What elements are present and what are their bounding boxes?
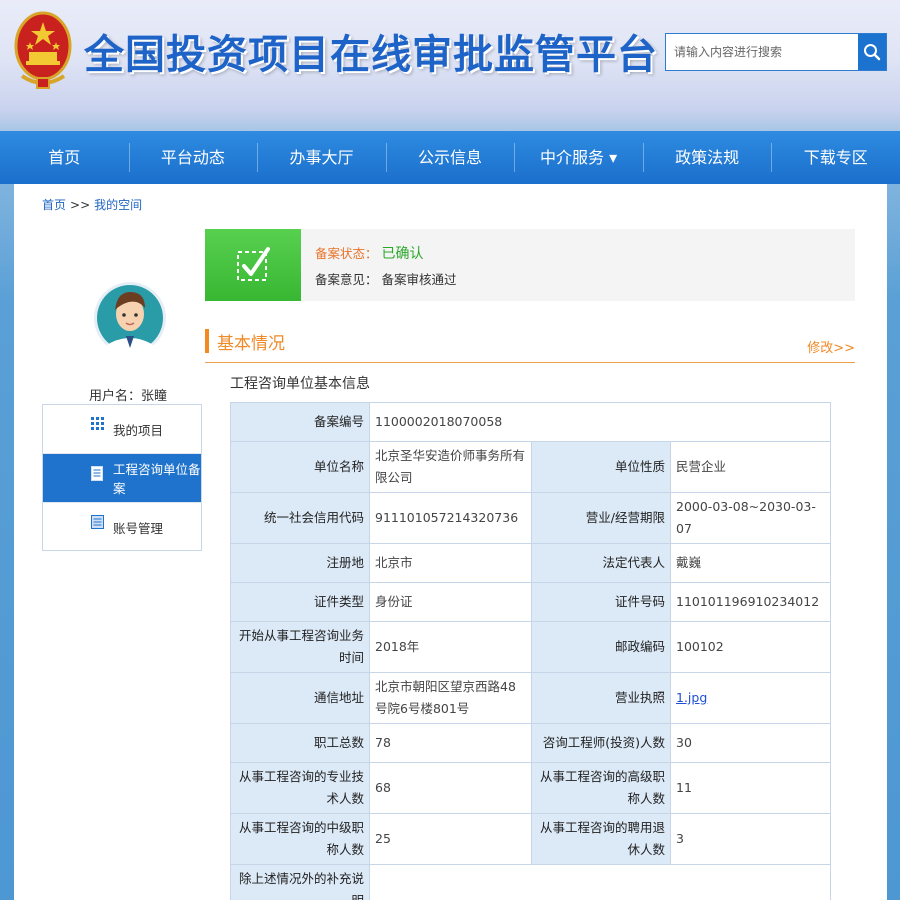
- legal-rep-value: 戴巍: [669, 543, 832, 583]
- side-item-my-projects[interactable]: 我的项目: [43, 405, 201, 454]
- senior-title-label: 从事工程咨询的高级职称人数: [531, 762, 671, 814]
- license-file-link[interactable]: 1.jpg: [676, 690, 707, 705]
- side-menu: 我的项目 工程咨询单位备案 账号管理: [42, 404, 202, 551]
- nav-downloads[interactable]: 下载专区: [771, 131, 900, 184]
- search-icon: [864, 44, 881, 61]
- table-row: 备案编号 1100002018070058: [230, 402, 832, 442]
- credit-code-label: 统一社会信用代码: [230, 492, 370, 544]
- username: 用户名：张瞳: [88, 389, 167, 404]
- table-row: 开始从事工程咨询业务时间 2018年 邮政编码 100102: [230, 621, 832, 673]
- start-year-label: 开始从事工程咨询业务时间: [230, 621, 370, 673]
- edit-link[interactable]: 修改>>: [807, 337, 855, 356]
- start-year-value: 2018年: [369, 621, 532, 673]
- national-emblem-icon: [14, 11, 72, 89]
- address-value: 北京市朝阳区望京西路48号院6号楼801号: [369, 672, 532, 724]
- filing-opinion: 备案意见： 备案审核通过: [315, 269, 457, 288]
- filing-opinion-label: 备案意见：: [315, 272, 378, 287]
- nav-home[interactable]: 首页: [0, 131, 129, 184]
- table-title: 工程咨询单位基本信息: [230, 376, 370, 392]
- reg-place-label: 注册地: [230, 543, 370, 583]
- table-row: 从事工程咨询的中级职称人数 25 从事工程咨询的聘用退休人数 3: [230, 813, 832, 865]
- legal-rep-label: 法定代表人: [531, 543, 671, 583]
- section-accent-bar: [205, 329, 209, 353]
- business-period-value: 2000-03-08~2030-03-07: [669, 492, 832, 544]
- main-panel: 首页 >> 我的空间 用户名：张瞳 我的项目 工程咨询单位备案 账号管理 备案状…: [14, 184, 887, 900]
- nav-public-info[interactable]: 公示信息: [385, 131, 515, 184]
- nav-platform-news[interactable]: 平台动态: [128, 131, 258, 184]
- side-item-account-management[interactable]: 账号管理: [43, 503, 201, 552]
- filing-state-value: 已确认: [381, 246, 424, 262]
- table-row: 除上述情况外的补充说明: [230, 864, 832, 900]
- id-type-value: 身份证: [369, 582, 532, 622]
- breadcrumb-home[interactable]: 首页: [42, 198, 66, 212]
- side-item-consulting-unit-filing[interactable]: 工程咨询单位备案: [43, 454, 201, 503]
- table-row: 单位名称 北京圣华安造价师事务所有限公司 单位性质 民营企业: [230, 441, 832, 493]
- status-check: [205, 229, 301, 301]
- engineer-count-value: 30: [669, 723, 832, 763]
- breadcrumb: 首页 >> 我的空间: [42, 196, 142, 213]
- nav-service-hall[interactable]: 办事大厅: [257, 131, 386, 184]
- filing-status-box: 备案状态： 已确认 备案意见： 备案审核通过: [205, 229, 855, 301]
- senior-title-value: 11: [669, 762, 832, 814]
- filing-no-label: 备案编号: [230, 402, 370, 442]
- avatar: [94, 282, 166, 357]
- side-item-label: 账号管理: [113, 521, 164, 536]
- postcode-label: 邮政编码: [531, 621, 671, 673]
- unit-nature-label: 单位性质: [531, 441, 671, 493]
- mid-title-label: 从事工程咨询的中级职称人数: [230, 813, 370, 865]
- engineer-count-label: 咨询工程师(投资)人数: [531, 723, 671, 763]
- license-cell: 1.jpg: [669, 672, 832, 724]
- retired-staff-value: 3: [669, 813, 832, 865]
- nav-agency-services[interactable]: 中介服务 ▾: [514, 131, 643, 184]
- table-row: 注册地 北京市 法定代表人 戴巍: [230, 543, 832, 583]
- table-row: 证件类型 身份证 证件号码 110101196910234012: [230, 582, 832, 622]
- search-input[interactable]: [666, 34, 858, 70]
- breadcrumb-current[interactable]: 我的空间: [94, 198, 142, 212]
- table-row: 通信地址 北京市朝阳区望京西路48号院6号楼801号 营业执照 1.jpg: [230, 672, 832, 724]
- business-period-label: 营业/经营期限: [531, 492, 671, 544]
- section-title: 基本情况: [217, 334, 285, 354]
- table-row: 统一社会信用代码 911101057214320736 营业/经营期限 2000…: [230, 492, 832, 544]
- id-type-label: 证件类型: [230, 582, 370, 622]
- tech-staff-label: 从事工程咨询的专业技术人数: [230, 762, 370, 814]
- site-title: 全国投资项目在线审批监管平台: [84, 32, 658, 78]
- main-nav: 首页 平台动态 办事大厅 公示信息 中介服务 ▾ 政策法规 下载专区: [0, 131, 900, 184]
- license-label: 营业执照: [531, 672, 671, 724]
- extra-notes-label: 除上述情况外的补充说明: [230, 864, 370, 900]
- unit-nature-value: 民营企业: [669, 441, 832, 493]
- section-header: 基本情况 修改>>: [205, 329, 855, 363]
- postcode-value: 100102: [669, 621, 832, 673]
- unit-info-table: 备案编号 1100002018070058 单位名称 北京圣华安造价师事务所有限…: [230, 402, 832, 900]
- tech-staff-value: 68: [369, 762, 532, 814]
- unit-name-label: 单位名称: [230, 441, 370, 493]
- account-icon: [91, 515, 104, 529]
- search-box: [665, 33, 887, 71]
- side-item-label: 我的项目: [113, 422, 164, 438]
- grid-icon: [91, 417, 104, 430]
- address-label: 通信地址: [230, 672, 370, 724]
- staff-count-label: 职工总数: [230, 723, 370, 763]
- breadcrumb-separator: >>: [70, 198, 91, 212]
- search-button[interactable]: [858, 34, 886, 70]
- reg-place-value: 北京市: [369, 543, 532, 583]
- staff-count-value: 78: [369, 723, 532, 763]
- table-row: 从事工程咨询的专业技术人数 68 从事工程咨询的高级职称人数 11: [230, 762, 832, 814]
- filing-state: 备案状态： 已确认: [315, 243, 424, 263]
- nav-policies[interactable]: 政策法规: [642, 131, 772, 184]
- retired-staff-label: 从事工程咨询的聘用退休人数: [531, 813, 671, 865]
- filing-opinion-value: 备案审核通过: [381, 272, 457, 287]
- mid-title-value: 25: [369, 813, 532, 865]
- filing-state-label: 备案状态：: [315, 246, 378, 261]
- site-header: 全国投资项目在线审批监管平台: [0, 0, 900, 130]
- unit-name-value: 北京圣华安造价师事务所有限公司: [369, 441, 532, 493]
- credit-code-value: 911101057214320736: [369, 492, 532, 544]
- table-row: 职工总数 78 咨询工程师(投资)人数 30: [230, 723, 832, 763]
- checkmark-icon: [237, 247, 270, 281]
- document-icon: [91, 466, 103, 481]
- id-no-label: 证件号码: [531, 582, 671, 622]
- side-item-label: 工程咨询单位备案: [113, 462, 201, 496]
- id-no-value: 110101196910234012: [669, 582, 832, 622]
- filing-no-value: 1100002018070058: [368, 402, 832, 442]
- extra-notes-value: [368, 864, 832, 900]
